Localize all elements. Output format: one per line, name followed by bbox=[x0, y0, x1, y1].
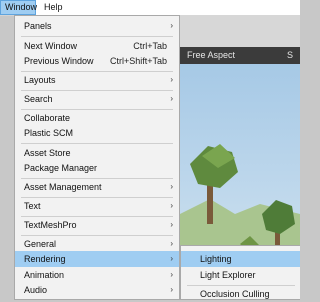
menu-item-label: Light Explorer bbox=[200, 270, 256, 280]
menu-bar: Window Help bbox=[0, 0, 300, 16]
menu-item-label: Package Manager bbox=[24, 163, 98, 173]
chevron-right-icon: › bbox=[170, 220, 173, 229]
menu-item-previous-window[interactable]: Previous Window Ctrl+Shift+Tab bbox=[15, 53, 179, 69]
menu-item-label: TextMeshPro bbox=[24, 220, 77, 230]
submenu-item-lighting[interactable]: Lighting bbox=[181, 251, 300, 267]
menu-separator bbox=[21, 143, 173, 144]
chevron-right-icon: › bbox=[170, 182, 173, 191]
menu-item-label: Animation bbox=[24, 270, 65, 280]
chevron-right-icon: › bbox=[170, 75, 173, 84]
menu-window[interactable]: Window bbox=[0, 0, 37, 15]
menu-item-collaborate[interactable]: Collaborate bbox=[15, 110, 179, 126]
menu-item-label: Lighting bbox=[200, 254, 232, 264]
menu-item-label: Panels bbox=[24, 21, 52, 31]
menu-item-rendering[interactable]: Rendering › bbox=[15, 251, 179, 267]
menu-item-text[interactable]: Text › bbox=[15, 198, 179, 214]
menu-item-label: Asset Management bbox=[24, 182, 102, 192]
menu-item-label: Collaborate bbox=[24, 113, 71, 123]
menu-item-asset-management[interactable]: Asset Management › bbox=[15, 179, 179, 195]
menu-item-label: Text bbox=[24, 201, 41, 211]
chevron-right-icon: › bbox=[170, 94, 173, 103]
menu-item-label: Next Window bbox=[24, 41, 78, 51]
menu-separator bbox=[21, 36, 173, 37]
menu-item-label: Plastic SCM bbox=[24, 128, 74, 138]
menu-item-layouts[interactable]: Layouts › bbox=[15, 72, 179, 88]
shortcut-label: Ctrl+Tab bbox=[133, 41, 167, 51]
tree-trunk bbox=[207, 184, 213, 224]
aspect-dropdown[interactable]: Free Aspect bbox=[187, 47, 235, 64]
menu-item-general[interactable]: General › bbox=[15, 236, 179, 252]
menu-item-animation[interactable]: Animation › bbox=[15, 267, 179, 283]
menu-help[interactable]: Help bbox=[40, 0, 67, 15]
scale-label: S bbox=[287, 50, 294, 60]
menu-item-audio[interactable]: Audio › bbox=[15, 282, 179, 298]
menu-item-next-window[interactable]: Next Window Ctrl+Tab bbox=[15, 38, 179, 54]
menu-item-label: Previous Window bbox=[24, 56, 94, 66]
chevron-right-icon: › bbox=[170, 21, 173, 30]
chevron-right-icon: › bbox=[170, 201, 173, 210]
chevron-right-icon: › bbox=[170, 285, 173, 294]
menu-item-plastic-scm[interactable]: Plastic SCM bbox=[15, 125, 179, 141]
shortcut-label: Ctrl+Shift+Tab bbox=[109, 56, 167, 66]
menu-item-panels[interactable]: Panels › bbox=[15, 18, 179, 34]
menu-item-textmeshpro[interactable]: TextMeshPro › bbox=[15, 217, 179, 233]
menu-item-label: Audio bbox=[24, 285, 48, 295]
chevron-right-icon: › bbox=[170, 254, 173, 263]
menu-item-label: Asset Store bbox=[24, 148, 71, 158]
submenu-item-light-explorer[interactable]: Light Explorer bbox=[181, 267, 300, 283]
menu-item-package-manager[interactable]: Package Manager bbox=[15, 160, 179, 176]
menu-item-search[interactable]: Search › bbox=[15, 91, 179, 107]
window-menu: Panels › Next Window Ctrl+Tab Previous W… bbox=[14, 15, 180, 300]
menu-item-label: Layouts bbox=[24, 75, 56, 85]
chevron-right-icon: › bbox=[170, 270, 173, 279]
rendering-submenu: Lighting Light Explorer Occlusion Cullin… bbox=[180, 245, 300, 300]
menu-item-label: Search bbox=[24, 94, 53, 104]
menu-item-label: General bbox=[24, 239, 57, 249]
game-view-toolbar: Free Aspect S bbox=[180, 47, 300, 64]
menu-item-label: Rendering bbox=[24, 254, 66, 264]
chevron-right-icon: › bbox=[170, 239, 173, 248]
menu-item-asset-store[interactable]: Asset Store bbox=[15, 145, 179, 161]
